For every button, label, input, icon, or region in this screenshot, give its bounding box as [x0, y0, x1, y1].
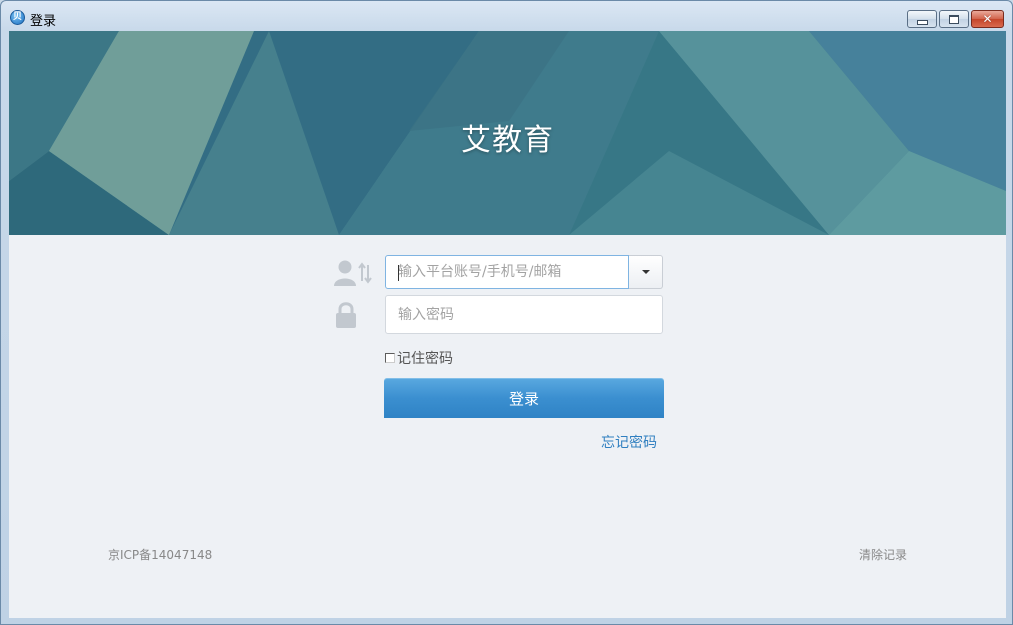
chevron-down-icon [641, 270, 650, 274]
remember-checkbox[interactable] [385, 353, 395, 363]
icp-license: 京ICP备14047148 [108, 548, 213, 562]
password-field[interactable] [385, 295, 663, 334]
maximize-icon [949, 14, 959, 24]
maximize-button[interactable] [939, 10, 969, 28]
lock-icon [336, 302, 356, 328]
login-window: 贝 登录 ✕ 艾教育 输入平台账号/手机号/邮箱 记住密码 登录 忘记密码 京I… [0, 0, 1013, 625]
window-title: 登录 [30, 14, 57, 29]
brand-title: 艾教育 [461, 123, 554, 158]
minimize-icon [916, 19, 928, 25]
banner: 艾教育 [9, 31, 1006, 235]
user-switch-icon [334, 260, 372, 286]
minimize-button[interactable] [907, 10, 937, 28]
client-area: 艾教育 记住密码 登录 忘记密码 京ICP备14047148 [9, 31, 1006, 618]
account-input[interactable] [386, 256, 628, 288]
remember-password[interactable]: 记住密码 [385, 348, 453, 368]
close-icon: ✕ [982, 12, 993, 26]
account-field[interactable] [385, 255, 629, 289]
forgot-password-link[interactable]: 忘记密码 [601, 432, 657, 452]
remember-label[interactable]: 记住密码 [397, 348, 453, 368]
account-dropdown-button[interactable] [629, 255, 663, 289]
clear-records-link[interactable]: 清除记录 [859, 546, 907, 563]
title-bar[interactable]: 贝 登录 ✕ [1, 1, 1012, 31]
close-button[interactable]: ✕ [971, 10, 1004, 28]
password-input[interactable] [386, 296, 662, 333]
text-caret [398, 265, 399, 281]
app-logo-icon: 贝 [10, 10, 25, 25]
login-button[interactable]: 登录 [384, 378, 664, 418]
